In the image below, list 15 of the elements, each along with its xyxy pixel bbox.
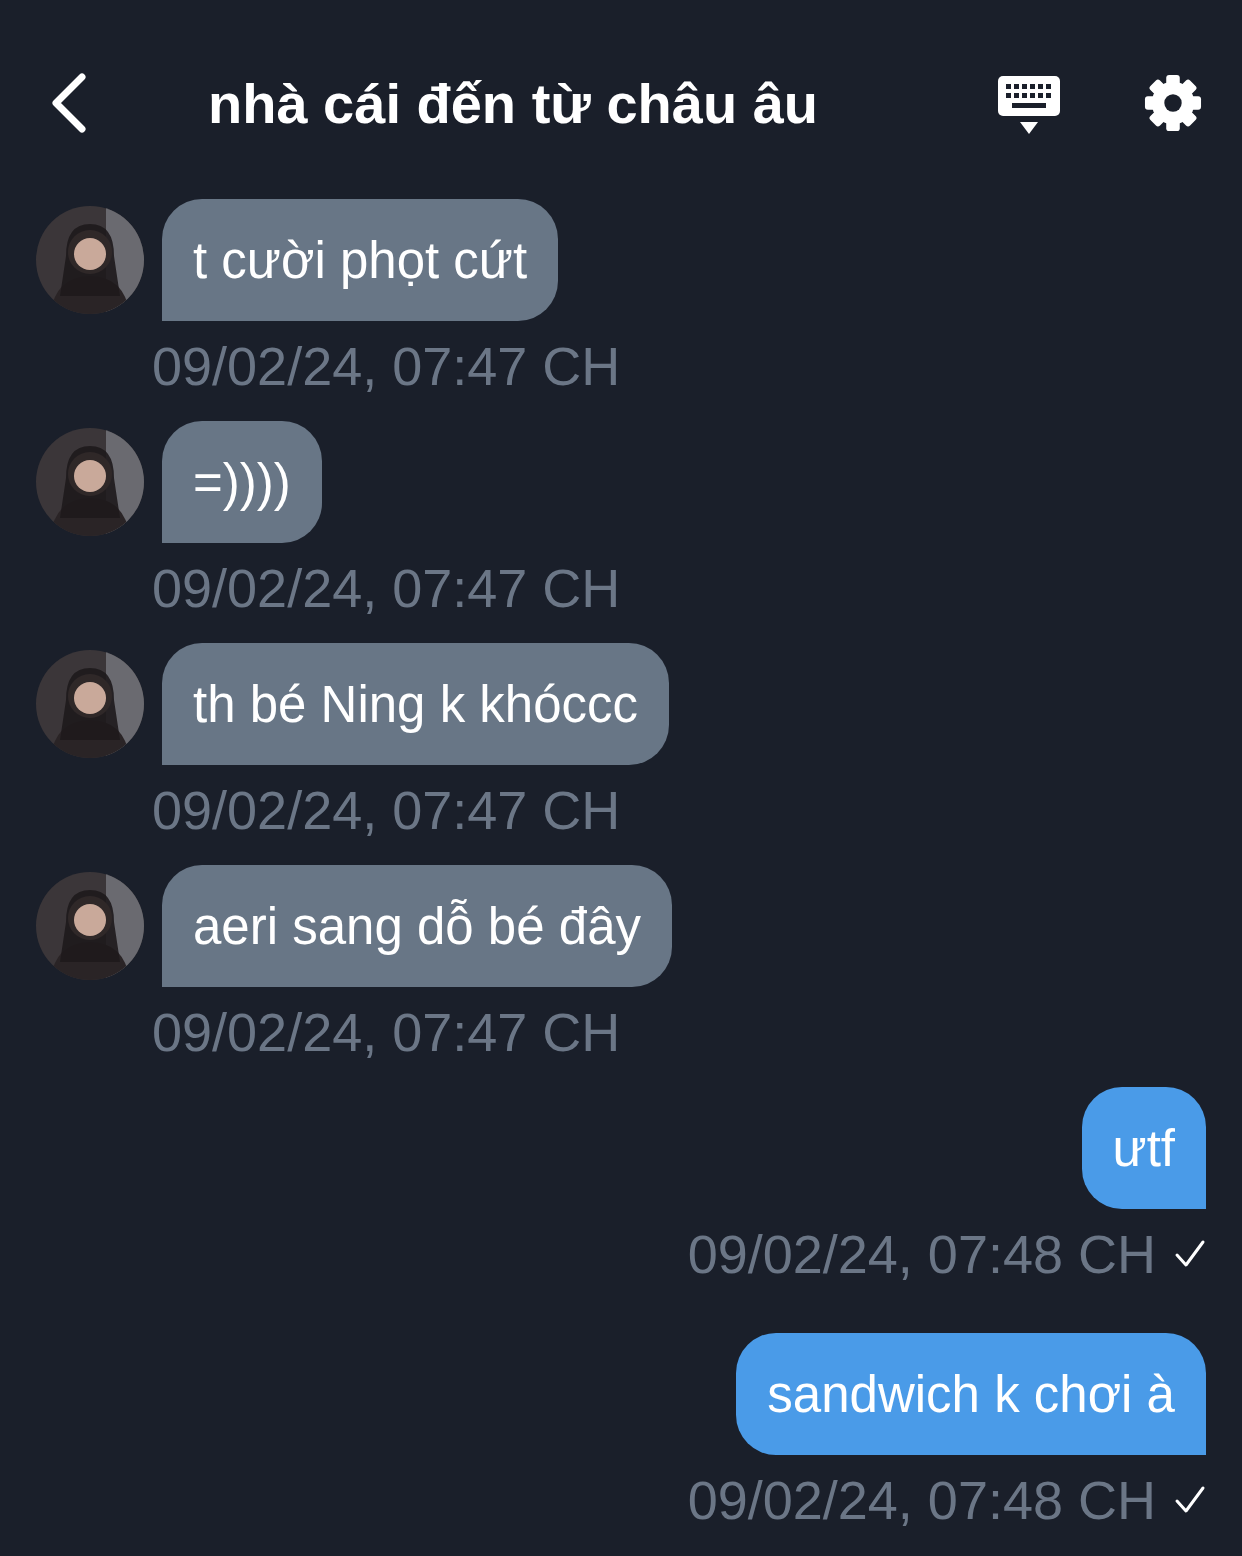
message-bubble: th bé Ning k khóccc bbox=[162, 643, 670, 765]
message-bubble: t cười phọt cứt bbox=[162, 199, 559, 321]
timestamp: 09/02/24, 07:47 CH bbox=[152, 557, 621, 619]
timestamp: 09/02/24, 07:48 CH bbox=[687, 1469, 1156, 1531]
timestamp: 09/02/24, 07:47 CH bbox=[152, 1001, 621, 1063]
chat-title: nhà cái đến từ châu âu bbox=[207, 70, 819, 136]
timestamp: 09/02/24, 07:47 CH bbox=[152, 335, 621, 397]
message-bubble: aeri sang dỗ bé đây bbox=[162, 865, 672, 987]
timestamp: 09/02/24, 07:48 CH bbox=[687, 1223, 1156, 1285]
message-bubble: =)))) bbox=[162, 421, 322, 543]
timestamp: 09/02/24, 07:47 CH bbox=[152, 779, 621, 841]
message-bubble: sandwich k chơi à bbox=[736, 1333, 1206, 1455]
settings-icon[interactable] bbox=[1144, 74, 1202, 132]
message-bubble: ưtf bbox=[1081, 1087, 1206, 1209]
keyboard-icon[interactable] bbox=[998, 76, 1060, 136]
